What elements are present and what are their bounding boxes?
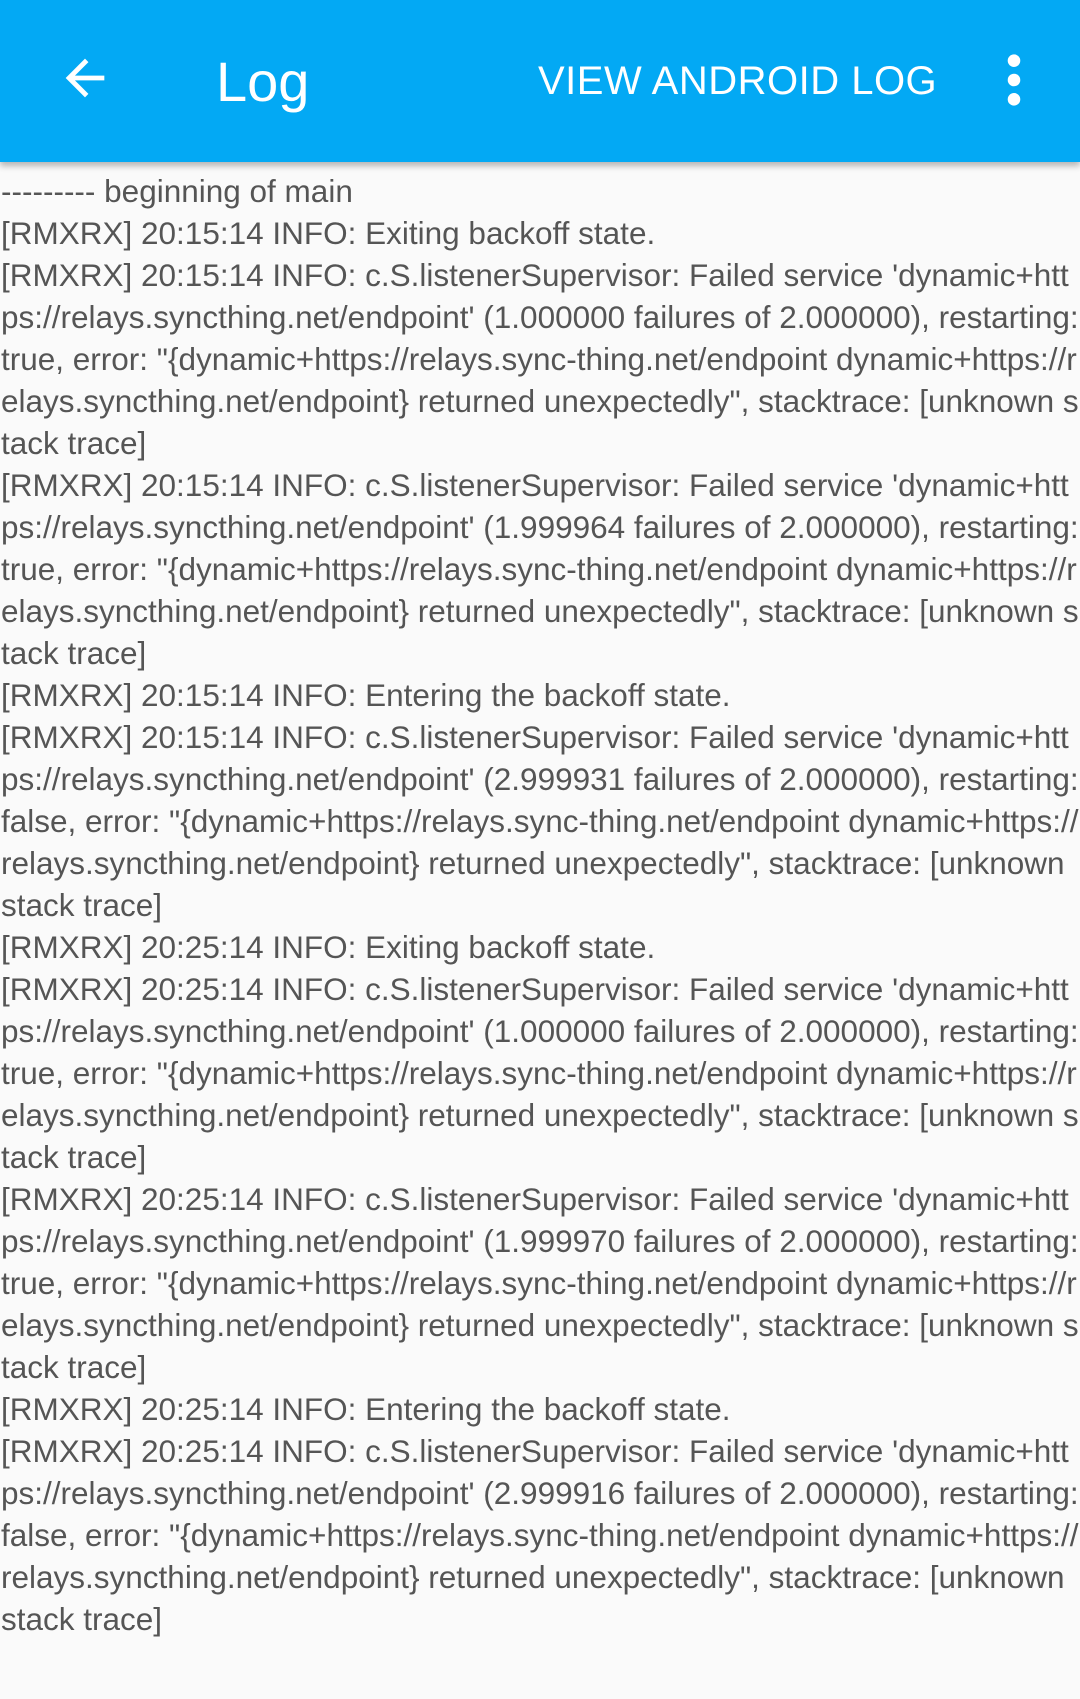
log-text: --------- beginning of main [RMXRX] 20:1… (1, 173, 1079, 1637)
page-title: Log (216, 50, 310, 113)
log-scroll-area[interactable]: --------- beginning of main [RMXRX] 20:1… (0, 162, 1080, 1699)
app-toolbar: Log VIEW ANDROID LOG (0, 0, 1080, 162)
overflow-menu-button[interactable] (984, 40, 1044, 120)
back-button[interactable] (40, 33, 130, 123)
arrow-back-icon (65, 58, 105, 98)
more-vert-icon (1007, 54, 1021, 106)
view-android-log-button[interactable]: VIEW ANDROID LOG (526, 48, 949, 114)
